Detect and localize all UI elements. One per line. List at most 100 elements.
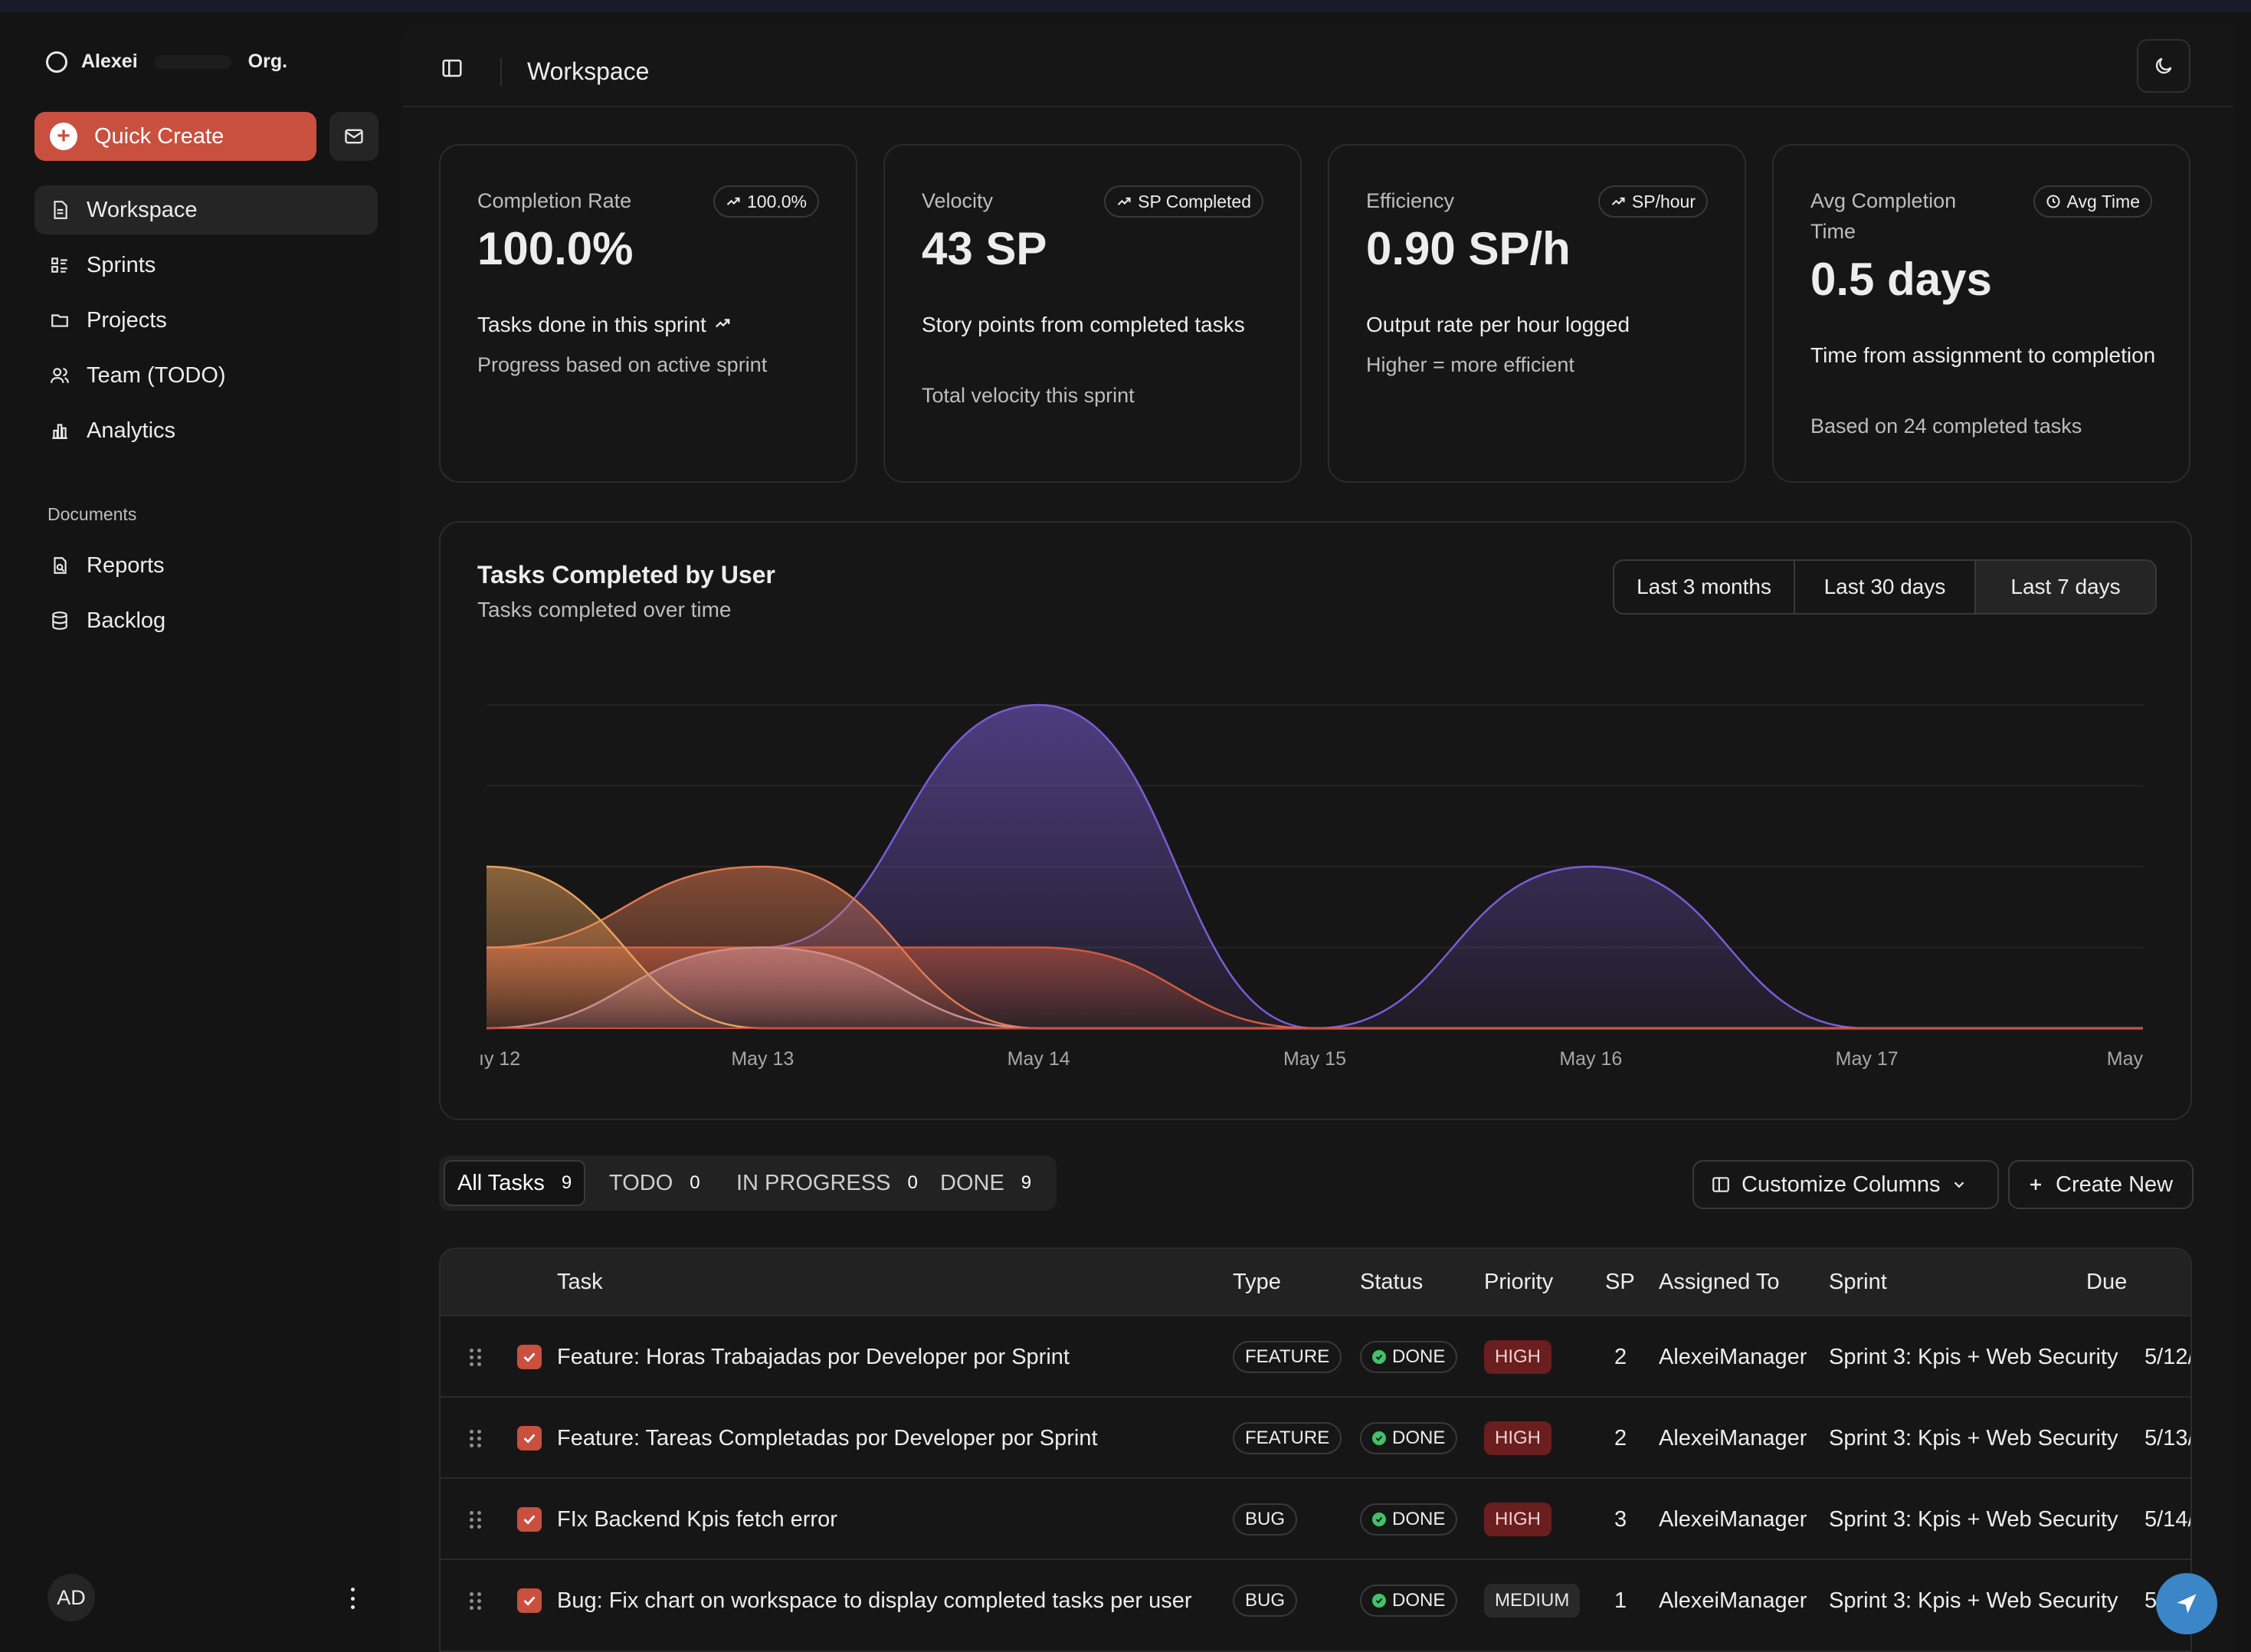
table-header: Task Type Status Priority SP Assigned To… bbox=[441, 1249, 2190, 1315]
drag-handle-icon[interactable] bbox=[470, 1560, 481, 1641]
avatar[interactable]: AD bbox=[48, 1574, 95, 1621]
priority-badge: HIGH bbox=[1484, 1503, 1551, 1536]
column-header[interactable]: Type bbox=[1233, 1249, 1281, 1315]
kpi-card-velocity: Velocity SP Completed 43 SP Story points… bbox=[883, 144, 1302, 483]
sidebar-item-backlog[interactable]: Backlog bbox=[34, 596, 378, 645]
due-date: 5 bbox=[2145, 1588, 2158, 1613]
priority-badge: HIGH bbox=[1484, 1340, 1551, 1374]
check-circle-icon bbox=[1372, 1431, 1386, 1445]
create-new-button[interactable]: Create New bbox=[2008, 1160, 2194, 1209]
customize-label: Customize Columns bbox=[1741, 1172, 1941, 1197]
table-row[interactable]: Feature: Horas Trabajadas por Developer … bbox=[441, 1315, 2190, 1398]
quick-create-button[interactable]: + Quick Create bbox=[34, 112, 316, 161]
sprint-name: Sprint 3: Kpis + Web Security bbox=[1829, 1506, 2118, 1532]
priority-cell: MEDIUM bbox=[1484, 1560, 1581, 1641]
tab-all-tasks[interactable]: All Tasks 9 bbox=[444, 1160, 586, 1206]
range-last-3-months[interactable]: Last 3 months bbox=[1614, 561, 1795, 613]
column-header[interactable]: Status bbox=[1360, 1249, 1423, 1315]
drag-handle-icon[interactable] bbox=[470, 1316, 481, 1398]
kpi-label: Velocity bbox=[922, 189, 994, 212]
tab-count: 0 bbox=[907, 1172, 918, 1193]
column-header[interactable]: Assigned To bbox=[1659, 1249, 1779, 1315]
due-date: 5/14/ bbox=[2145, 1506, 2192, 1532]
page-title: Workspace bbox=[527, 57, 650, 85]
sidebar-item-reports[interactable]: Reports bbox=[34, 541, 378, 590]
status-cell: DONE bbox=[1360, 1398, 1458, 1479]
table-row[interactable]: Bug: Fix chart on workspace to display c… bbox=[441, 1559, 2190, 1641]
assignee: AlexeiManager bbox=[1659, 1344, 1807, 1369]
inbox-button[interactable] bbox=[329, 112, 378, 161]
sidebar-item-label: Workspace bbox=[87, 197, 198, 222]
kpi-description-text: Tasks done in this sprint bbox=[477, 313, 706, 336]
top-bar: Workspace bbox=[402, 25, 2233, 107]
sidebar-item-label: Backlog bbox=[87, 608, 166, 633]
row-checkbox[interactable] bbox=[517, 1316, 542, 1398]
sidebar-item-projects[interactable]: Projects bbox=[34, 296, 378, 345]
create-label: Create New bbox=[2056, 1172, 2174, 1197]
row-checkbox[interactable] bbox=[517, 1479, 542, 1560]
sidebar-item-analytics[interactable]: Analytics bbox=[34, 406, 378, 455]
x-tick-label: ıy 12 bbox=[479, 1048, 520, 1070]
kpi-value: 0.90 SP/h bbox=[1366, 223, 1571, 274]
drag-handle-icon[interactable] bbox=[470, 1479, 481, 1560]
main-content: Workspace Completion Rate 100.0% 100.0% … bbox=[402, 25, 2233, 1652]
row-checkbox[interactable] bbox=[517, 1398, 542, 1479]
plus-icon bbox=[2030, 1179, 2041, 1190]
org-logo-icon bbox=[46, 51, 67, 73]
table-row[interactable]: FIx Backend Kpis fetch error BUG DONE HIGH 3… bbox=[441, 1477, 2190, 1560]
redacted-name bbox=[154, 54, 231, 69]
task-title[interactable]: FIx Backend Kpis fetch error bbox=[557, 1479, 837, 1560]
sp-value: 2 bbox=[1614, 1344, 1627, 1369]
kpi-value: 0.5 days bbox=[1810, 254, 1992, 305]
drag-handle-icon[interactable] bbox=[470, 1398, 481, 1479]
task-title[interactable]: Bug: Fix chart on workspace to display c… bbox=[557, 1560, 1192, 1641]
kpi-value: 43 SP bbox=[922, 223, 1047, 274]
theme-toggle-button[interactable] bbox=[2137, 39, 2190, 93]
kpi-label: Efficiency bbox=[1366, 189, 1455, 212]
column-header[interactable]: Task bbox=[557, 1249, 603, 1315]
kpi-description: Tasks done in this sprint bbox=[477, 310, 830, 340]
chevron-down-icon bbox=[1954, 1182, 1964, 1188]
kpi-badge: SP/hour bbox=[1597, 185, 1708, 218]
range-last-30-days[interactable]: Last 30 days bbox=[1795, 561, 1976, 613]
kpi-badge-text: 100.0% bbox=[746, 191, 807, 211]
customize-columns-button[interactable]: Customize Columns bbox=[1692, 1160, 1999, 1209]
x-tick-label: May 15 bbox=[1283, 1048, 1346, 1070]
status-badge: DONE bbox=[1360, 1503, 1458, 1536]
send-feedback-button[interactable] bbox=[2156, 1573, 2217, 1634]
table-row[interactable]: Feature: Tareas Completadas por Develope… bbox=[441, 1396, 2190, 1479]
tab-done[interactable]: DONE 9 bbox=[940, 1160, 1031, 1206]
type-badge: BUG bbox=[1233, 1585, 1298, 1617]
more-vertical-icon[interactable] bbox=[345, 1583, 360, 1614]
column-header[interactable]: SP bbox=[1605, 1249, 1635, 1315]
sidebar: Alexei Org. + Quick Create Workspace Spr… bbox=[0, 12, 402, 1652]
kpi-description: Story points from completed tasks bbox=[922, 313, 1245, 336]
sidebar-item-label: Projects bbox=[87, 307, 167, 333]
sidebar-toggle-icon[interactable] bbox=[441, 57, 464, 84]
sidebar-item-team[interactable]: Team (TODO) bbox=[34, 351, 378, 400]
status-cell: DONE bbox=[1360, 1560, 1458, 1641]
kpi-value: 100.0% bbox=[477, 223, 634, 274]
type-cell: FEATURE bbox=[1233, 1398, 1342, 1479]
org-switcher[interactable]: Alexei Org. bbox=[46, 51, 287, 73]
users-icon bbox=[48, 364, 71, 387]
priority-badge: MEDIUM bbox=[1484, 1584, 1581, 1618]
type-badge: FEATURE bbox=[1233, 1422, 1342, 1454]
report-icon bbox=[48, 554, 71, 577]
sidebar-item-sprints[interactable]: Sprints bbox=[34, 241, 378, 290]
status-cell: DONE bbox=[1360, 1316, 1458, 1398]
status-badge: DONE bbox=[1360, 1585, 1458, 1617]
type-badge: BUG bbox=[1233, 1503, 1298, 1536]
app-window: Alexei Org. + Quick Create Workspace Spr… bbox=[0, 12, 2251, 1652]
range-last-7-days[interactable]: Last 7 days bbox=[1976, 561, 2155, 613]
column-header[interactable]: Priority bbox=[1484, 1249, 1553, 1315]
row-checkbox[interactable] bbox=[517, 1560, 542, 1641]
status-text: DONE bbox=[1392, 1346, 1446, 1367]
tab-todo[interactable]: TODO 0 bbox=[609, 1160, 700, 1206]
sidebar-item-workspace[interactable]: Workspace bbox=[34, 185, 378, 234]
column-header[interactable]: Sprint bbox=[1829, 1249, 1887, 1315]
column-header[interactable]: Due bbox=[2086, 1249, 2127, 1315]
task-title[interactable]: Feature: Tareas Completadas por Develope… bbox=[557, 1398, 1098, 1479]
task-title[interactable]: Feature: Horas Trabajadas por Developer … bbox=[557, 1316, 1070, 1398]
tab-in-progress[interactable]: IN PROGRESS 0 bbox=[736, 1160, 918, 1206]
